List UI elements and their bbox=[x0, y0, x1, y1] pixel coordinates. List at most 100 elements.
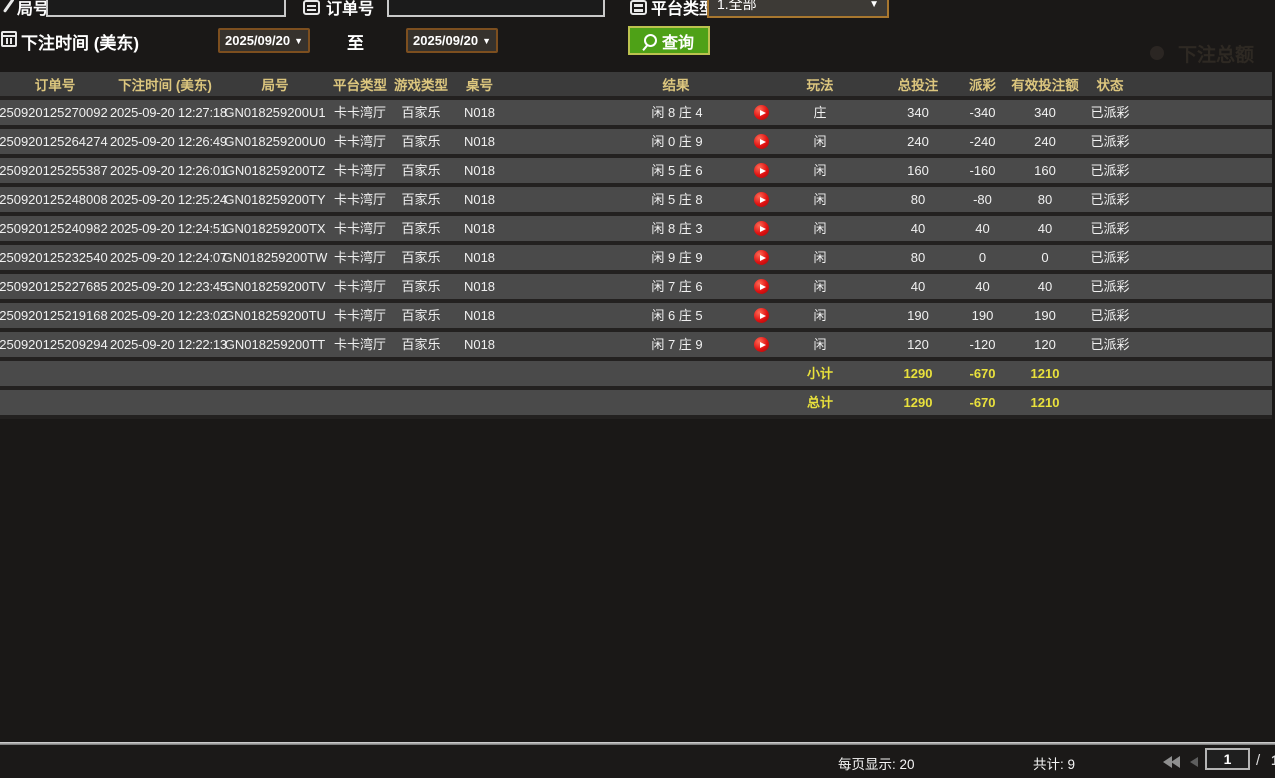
cell-bet-type: 闲 bbox=[800, 127, 860, 156]
footer-bar: 每页显示: 20 共计: 9 bbox=[0, 745, 1275, 778]
cell-payout: 40 bbox=[960, 214, 1005, 243]
total-valid: 1210 bbox=[1005, 388, 1085, 417]
cell-game-type: 百家乐 bbox=[390, 301, 452, 330]
list-icon bbox=[303, 0, 320, 15]
cell-status: 已派彩 bbox=[1085, 98, 1135, 127]
cell-filler bbox=[1135, 272, 1272, 301]
date-from-value: 2025/09/20 bbox=[225, 33, 290, 48]
subtotal-bet: 1290 bbox=[860, 359, 960, 388]
header-round-no: 局号 bbox=[220, 72, 330, 98]
play-icon[interactable] bbox=[754, 134, 769, 149]
chevron-down-icon: ▼ bbox=[294, 36, 303, 46]
table-row: 250920125248008 2025-09-20 12:25:24 GN01… bbox=[0, 185, 1272, 214]
cell-total-bet: 160 bbox=[860, 156, 960, 185]
cell-result: 闲 0 庄 9 bbox=[507, 127, 800, 156]
cell-table-no: N018 bbox=[452, 330, 507, 359]
cell-bet-type: 闲 bbox=[800, 272, 860, 301]
cell-payout: 190 bbox=[960, 301, 1005, 330]
subtotal-valid: 1210 bbox=[1005, 359, 1085, 388]
page-number-input[interactable]: 1 bbox=[1205, 748, 1250, 770]
cell-status: 已派彩 bbox=[1085, 185, 1135, 214]
cell-round-no: GN018259200U0 bbox=[220, 127, 330, 156]
cell-total-bet: 80 bbox=[860, 185, 960, 214]
cell-total-bet: 40 bbox=[860, 214, 960, 243]
table-row: 250920125232540 2025-09-20 12:24:07 GN01… bbox=[0, 243, 1272, 272]
play-icon[interactable] bbox=[754, 105, 769, 120]
cell-order-no: 250920125240982 bbox=[0, 214, 110, 243]
cell-payout: 0 bbox=[960, 243, 1005, 272]
page-separator: / bbox=[1256, 752, 1260, 769]
cell-bet-time: 2025-09-20 12:26:01 bbox=[110, 156, 220, 185]
platform-type-select[interactable]: 1.全部 ▼ bbox=[707, 0, 889, 18]
cell-valid-bet: 40 bbox=[1005, 214, 1085, 243]
cell-payout: -160 bbox=[960, 156, 1005, 185]
play-icon[interactable] bbox=[754, 221, 769, 236]
play-icon[interactable] bbox=[754, 192, 769, 207]
cell-table-no: N018 bbox=[452, 98, 507, 127]
cell-bet-time: 2025-09-20 12:24:51 bbox=[110, 214, 220, 243]
category-icon bbox=[630, 0, 647, 15]
cell-status: 已派彩 bbox=[1085, 330, 1135, 359]
order-number-input[interactable] bbox=[387, 0, 605, 17]
table-row: 250920125227685 2025-09-20 12:23:45 GN01… bbox=[0, 272, 1272, 301]
cell-game-type: 百家乐 bbox=[390, 330, 452, 359]
chevron-down-icon: ▼ bbox=[482, 36, 491, 46]
result-text: 闲 8 庄 4 bbox=[627, 100, 727, 125]
cell-order-no: 250920125232540 bbox=[0, 243, 110, 272]
play-icon[interactable] bbox=[754, 163, 769, 178]
header-result: 结果 bbox=[507, 72, 800, 98]
cell-filler bbox=[1135, 214, 1272, 243]
table-row: 250920125270092 2025-09-20 12:27:18 GN01… bbox=[0, 98, 1272, 127]
cell-bet-type: 闲 bbox=[800, 301, 860, 330]
date-from-picker[interactable]: 2025/09/20 ▼ bbox=[218, 28, 310, 53]
header-bet-type: 玩法 bbox=[800, 72, 860, 98]
cell-table-no: N018 bbox=[452, 156, 507, 185]
cell-filler bbox=[1135, 156, 1272, 185]
prev-page-icon[interactable] bbox=[1190, 757, 1198, 767]
table-header-row: 订单号 下注时间 (美东) 局号 平台类型 游戏类型 桌号 结果 玩法 总投注 … bbox=[0, 72, 1272, 98]
cell-platform: 卡卡湾厅 bbox=[330, 272, 390, 301]
cell-valid-bet: 340 bbox=[1005, 98, 1085, 127]
date-to-picker[interactable]: 2025/09/20 ▼ bbox=[406, 28, 498, 53]
cell-payout: -340 bbox=[960, 98, 1005, 127]
subtotal-row: 小计 1290 -670 1210 bbox=[0, 359, 1272, 388]
first-page-icon[interactable] bbox=[1163, 756, 1181, 768]
platform-type-label: 平台类型 bbox=[651, 0, 715, 19]
date-to-value: 2025/09/20 bbox=[413, 33, 478, 48]
cell-status: 已派彩 bbox=[1085, 272, 1135, 301]
round-number-input[interactable] bbox=[46, 0, 286, 17]
table-row: 250920125255387 2025-09-20 12:26:01 GN01… bbox=[0, 156, 1272, 185]
dimmed-background-text: 下注总额 bbox=[1178, 40, 1254, 67]
play-icon[interactable] bbox=[754, 279, 769, 294]
cell-total-bet: 120 bbox=[860, 330, 960, 359]
cell-round-no: GN018259200U1 bbox=[220, 98, 330, 127]
cell-order-no: 250920125270092 bbox=[0, 98, 110, 127]
cell-result: 闲 5 庄 8 bbox=[507, 185, 800, 214]
subtotal-label: 小计 bbox=[800, 359, 860, 388]
cell-payout: 40 bbox=[960, 272, 1005, 301]
cell-round-no: GN018259200TZ bbox=[220, 156, 330, 185]
cell-payout: -120 bbox=[960, 330, 1005, 359]
cell-game-type: 百家乐 bbox=[390, 156, 452, 185]
cell-order-no: 250920125209294 bbox=[0, 330, 110, 359]
play-icon[interactable] bbox=[754, 250, 769, 265]
play-icon[interactable] bbox=[754, 308, 769, 323]
result-text: 闲 9 庄 9 bbox=[627, 245, 727, 270]
cell-table-no: N018 bbox=[452, 301, 507, 330]
table-body: 250920125270092 2025-09-20 12:27:18 GN01… bbox=[0, 98, 1272, 359]
cell-filler bbox=[1135, 243, 1272, 272]
cell-valid-bet: 80 bbox=[1005, 185, 1085, 214]
cell-result: 闲 8 庄 3 bbox=[507, 214, 800, 243]
cell-table-no: N018 bbox=[452, 243, 507, 272]
header-order-no: 订单号 bbox=[0, 72, 110, 98]
query-button[interactable]: 查询 bbox=[628, 26, 710, 55]
total-payout: -670 bbox=[960, 388, 1005, 417]
header-bet-time: 下注时间 (美东) bbox=[110, 72, 220, 98]
play-icon[interactable] bbox=[754, 337, 769, 352]
subtotal-payout: -670 bbox=[960, 359, 1005, 388]
cell-valid-bet: 190 bbox=[1005, 301, 1085, 330]
cell-bet-type: 闲 bbox=[800, 330, 860, 359]
header-game-type: 游戏类型 bbox=[390, 72, 452, 98]
cell-filler bbox=[1135, 127, 1272, 156]
total-row: 总计 1290 -670 1210 bbox=[0, 388, 1272, 417]
